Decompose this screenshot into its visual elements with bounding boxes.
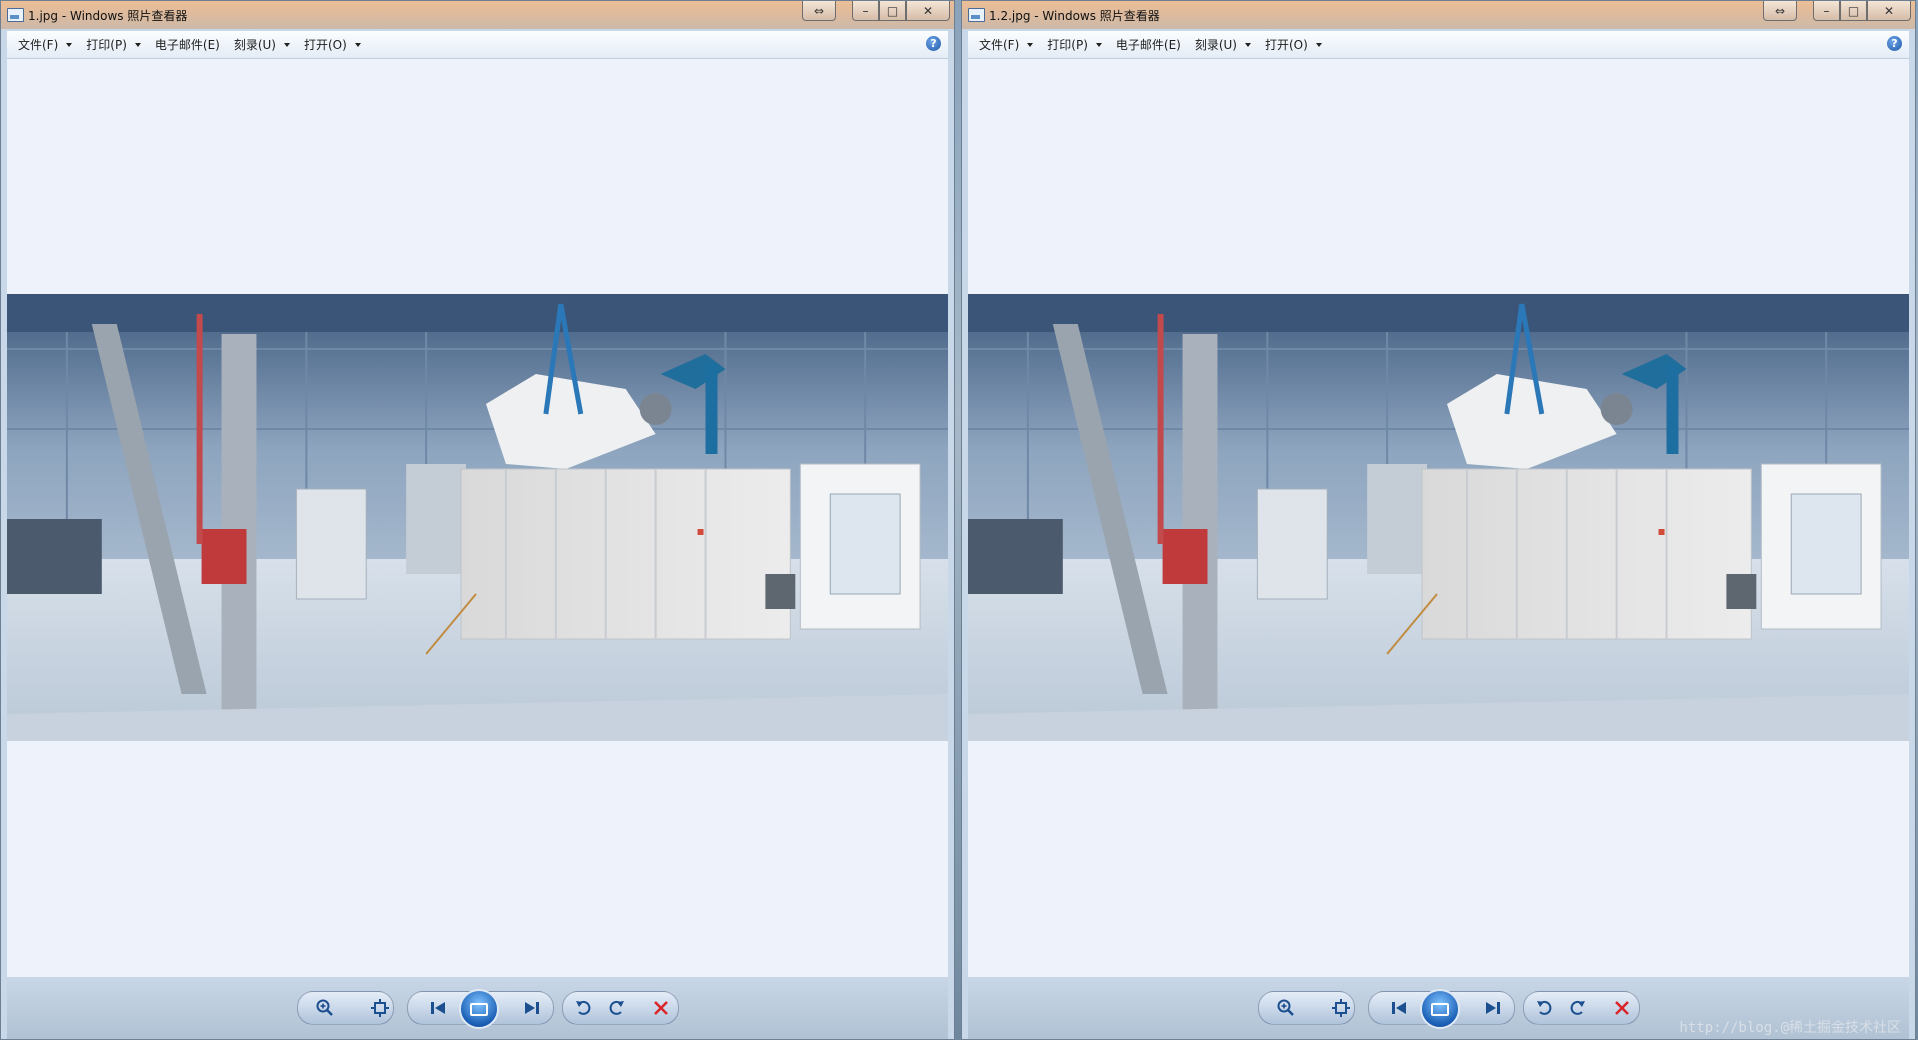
chevron-down-icon [66, 42, 73, 47]
menu-print[interactable]: 打印(P) [86, 36, 141, 53]
zoom-icon[interactable] [1275, 997, 1297, 1019]
previous-icon[interactable] [427, 997, 449, 1019]
photo-viewer-app-icon[interactable] [7, 8, 24, 22]
menu-burn[interactable]: 刻录(U) [234, 36, 290, 53]
next-icon[interactable] [521, 997, 543, 1019]
previous-icon[interactable] [1388, 997, 1410, 1019]
photo-viewer-window-left: 1.jpg - Windows 照片查看器 ⇔ – □ ✕ 文件(F) 打印(P… [0, 0, 955, 1040]
factory-photo [7, 294, 948, 741]
help-icon[interactable]: ? [1887, 36, 1902, 51]
delete-icon[interactable] [1611, 997, 1633, 1019]
viewer-toolbar [7, 977, 948, 1039]
title-bar[interactable]: 1.jpg - Windows 照片查看器 ⇔ – □ ✕ [1, 1, 954, 29]
menu-file[interactable]: 文件(F) [18, 36, 73, 53]
slideshow-icon[interactable] [1420, 989, 1460, 1029]
minimize-button[interactable]: – [852, 1, 879, 21]
image-viewport[interactable] [968, 59, 1909, 977]
restore-button[interactable]: ⇔ [802, 1, 836, 21]
window-title: 1.jpg - Windows 照片查看器 [28, 9, 188, 23]
screen-glyph [1431, 1002, 1449, 1016]
close-button[interactable]: ✕ [1867, 1, 1911, 21]
next-icon[interactable] [1482, 997, 1504, 1019]
title-bar[interactable]: 1.2.jpg - Windows 照片查看器 ⇔ – □ ✕ [962, 1, 1915, 29]
rotate-right-icon[interactable] [605, 997, 627, 1019]
menu-open[interactable]: 打开(O) [304, 36, 361, 53]
chevron-down-icon [1245, 42, 1251, 47]
menu-email[interactable]: 电子邮件(E) [155, 36, 220, 53]
zoom-icon[interactable] [314, 997, 336, 1019]
chevron-down-icon [1095, 42, 1102, 47]
photo-viewer-app-icon[interactable] [968, 8, 985, 22]
image-viewport[interactable] [7, 59, 948, 977]
watermark-text: http://blog.@稀土掘金技术社区 [1679, 1020, 1901, 1036]
viewer-toolbar: http://blog.@稀土掘金技术社区 [968, 977, 1909, 1039]
menu-email[interactable]: 电子邮件(E) [1116, 36, 1181, 53]
screen-glyph [470, 1002, 488, 1016]
menu-print[interactable]: 打印(P) [1047, 36, 1102, 53]
delete-icon[interactable] [650, 997, 672, 1019]
chevron-down-icon [354, 42, 361, 47]
chevron-down-icon [284, 42, 290, 47]
actual-size-icon[interactable] [1330, 997, 1352, 1019]
rotate-left-icon[interactable] [573, 997, 595, 1019]
rotate-right-icon[interactable] [1566, 997, 1588, 1019]
photo-viewer-window-right: 1.2.jpg - Windows 照片查看器 ⇔ – □ ✕ 文件(F) 打印… [961, 0, 1916, 1040]
maximize-button[interactable]: □ [879, 1, 906, 21]
slideshow-icon[interactable] [459, 989, 499, 1029]
minimize-button[interactable]: – [1813, 1, 1840, 21]
chevron-down-icon [1027, 42, 1034, 47]
rotate-left-icon[interactable] [1534, 997, 1556, 1019]
close-button[interactable]: ✕ [906, 1, 950, 21]
restore-button[interactable]: ⇔ [1763, 1, 1797, 21]
menu-file[interactable]: 文件(F) [979, 36, 1034, 53]
window-title: 1.2.jpg - Windows 照片查看器 [989, 9, 1160, 23]
factory-photo [968, 294, 1909, 741]
menu-bar: 文件(F) 打印(P) 电子邮件(E) 刻录(U) 打开(O) ? [968, 31, 1909, 59]
menu-open[interactable]: 打开(O) [1265, 36, 1322, 53]
help-icon[interactable]: ? [926, 36, 941, 51]
chevron-down-icon [1315, 42, 1322, 47]
actual-size-icon[interactable] [369, 997, 391, 1019]
chevron-down-icon [134, 42, 141, 47]
menu-burn[interactable]: 刻录(U) [1195, 36, 1251, 53]
menu-bar: 文件(F) 打印(P) 电子邮件(E) 刻录(U) 打开(O) ? [7, 31, 948, 59]
maximize-button[interactable]: □ [1840, 1, 1867, 21]
